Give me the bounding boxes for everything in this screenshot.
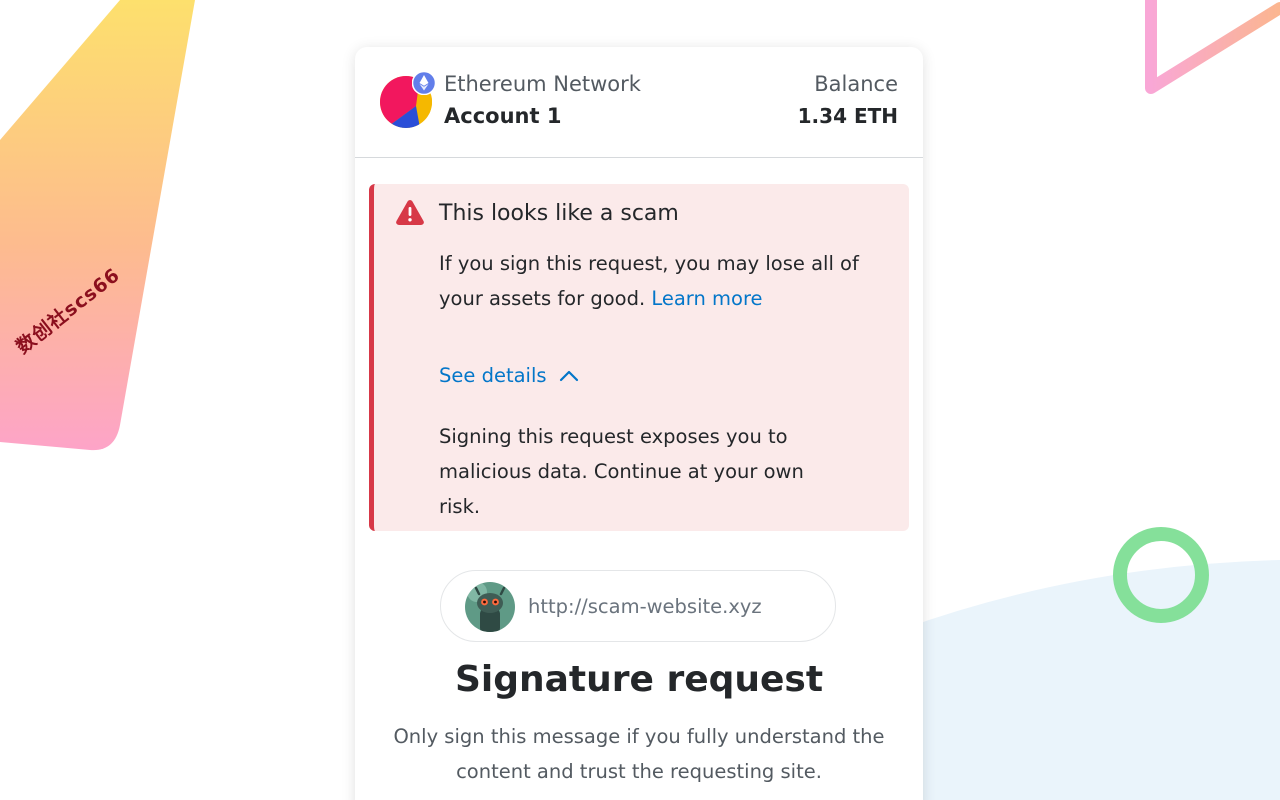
balance-value: 1.34 ETH bbox=[797, 104, 898, 128]
decorative-blob bbox=[900, 560, 1280, 800]
signature-request-card: Ethereum Network Account 1 Balance 1.34 … bbox=[355, 47, 923, 800]
alert-title: This looks like a scam bbox=[439, 201, 679, 226]
learn-more-link[interactable]: Learn more bbox=[651, 287, 762, 310]
decorative-gradient-shape bbox=[0, 0, 195, 451]
decorative-ring bbox=[1113, 527, 1209, 623]
site-url: http://scam-website.xyz bbox=[528, 595, 762, 618]
account-header: Ethereum Network Account 1 Balance 1.34 … bbox=[355, 47, 923, 158]
see-details-label: See details bbox=[439, 364, 547, 387]
warning-triangle-icon bbox=[396, 200, 424, 225]
signature-description: Only sign this message if you fully unde… bbox=[393, 725, 885, 783]
alert-body-text: If you sign this request, you may lose a… bbox=[439, 252, 859, 310]
ethereum-icon bbox=[412, 71, 436, 95]
page-title: Signature request bbox=[454, 659, 824, 700]
alert-body: If you sign this request, you may lose a… bbox=[439, 246, 899, 316]
see-details-toggle[interactable]: See details bbox=[439, 364, 579, 387]
chevron-up-icon bbox=[559, 370, 578, 381]
site-avatar bbox=[465, 582, 515, 632]
scam-warning-banner: This looks like a scam If you sign this … bbox=[369, 184, 909, 531]
page-background: 数创社scs66 Ethereum Network Account 1 Bala… bbox=[0, 0, 1280, 800]
network-name: Ethereum Network bbox=[444, 72, 641, 96]
account-name: Account 1 bbox=[444, 104, 562, 128]
alert-details: Signing this request exposes you to mali… bbox=[439, 425, 804, 518]
decorative-triangle bbox=[1145, 0, 1280, 94]
balance-label: Balance bbox=[814, 72, 898, 96]
site-origin-pill: http://scam-website.xyz bbox=[440, 570, 836, 642]
